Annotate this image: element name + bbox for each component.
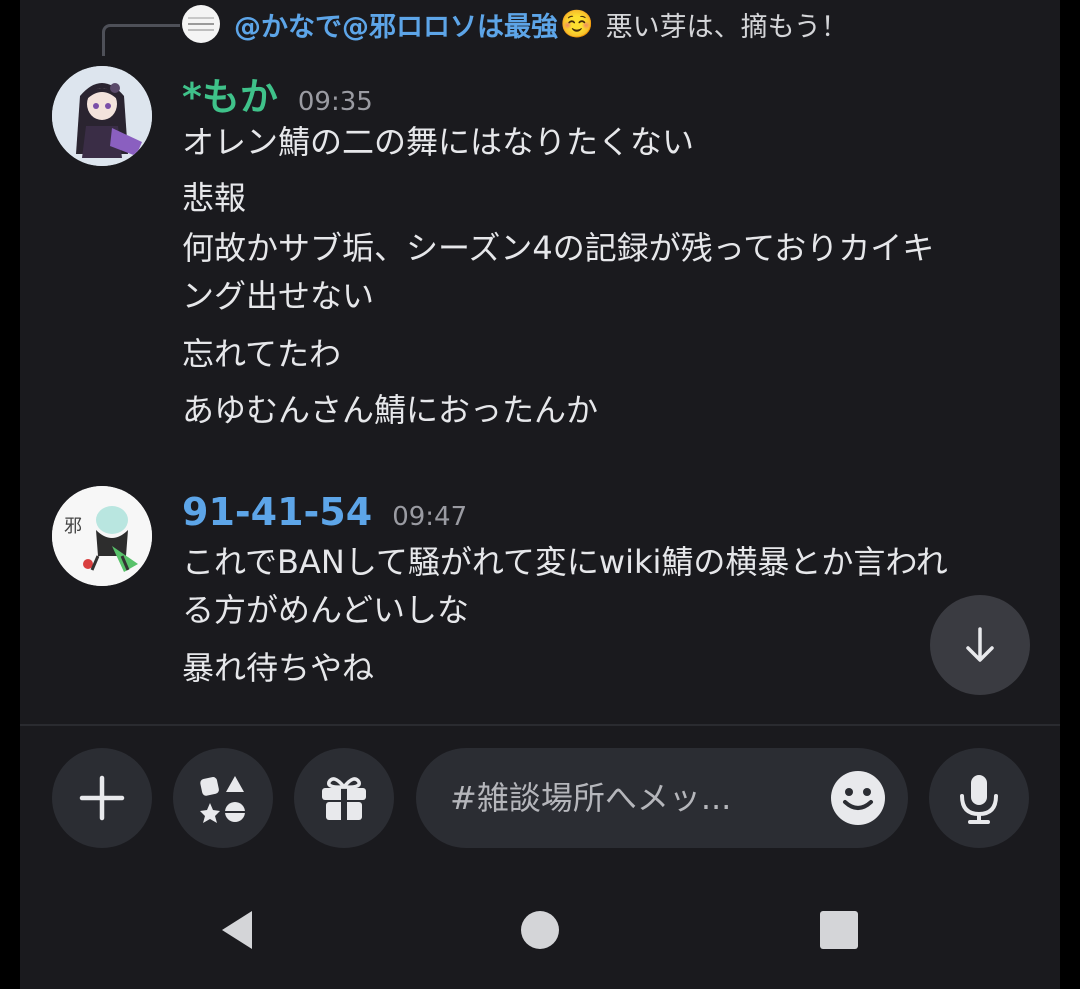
message-text[interactable]: ング出せない [182,272,374,320]
message-input[interactable] [450,779,830,817]
avatar[interactable]: 邪 [52,486,152,586]
reply-avatar [182,5,220,43]
message-header: 91-41-54 09:47 [182,490,467,534]
gift-button[interactable] [294,748,394,848]
microphone-icon [960,775,998,824]
author-name[interactable]: *もか [182,66,278,121]
emoji-icon[interactable] [830,770,886,826]
message-text[interactable]: 何故かサブ垢、シーズン4の記録が残っておりカイキ [182,224,934,272]
scroll-to-bottom-button[interactable] [930,595,1030,695]
apps-button[interactable] [173,748,273,848]
message-header: *もか 09:35 [182,66,373,121]
gift-icon [322,777,366,822]
triangle-back-icon [222,911,252,949]
message-text[interactable]: 暴れ待ちやね [182,644,374,692]
circle-home-icon [521,911,559,949]
message-text[interactable]: これでBANして騒がれて変にwiki鯖の横暴とか言われ [182,538,948,586]
add-button[interactable] [52,748,152,848]
nav-back-button[interactable] [205,898,269,962]
author-name[interactable]: 91-41-54 [182,490,372,534]
arrow-down-icon [966,627,994,662]
reply-text: 悪い芽は、摘もう！ [605,11,848,43]
timestamp: 09:47 [392,502,468,532]
square-recents-icon [820,911,858,949]
nav-home-button[interactable] [508,898,572,962]
apps-icon [200,776,245,823]
message-text[interactable]: あゆむんさん鯖におったんか [182,386,598,434]
plus-icon [79,775,125,821]
message-text[interactable]: 忘れてたわ [182,330,341,378]
reply-mention[interactable]: @かなで@邪ロロソは最強 [234,5,558,44]
avatar[interactable] [52,66,152,166]
reply-preview[interactable]: @かなで@邪ロロソは最強 ☺️ 悪い芽は、摘もう！ [182,4,848,44]
timestamp: 09:35 [297,87,373,117]
message-text[interactable]: る方がめんどいしな [182,586,469,634]
svg-text:邪: 邪 [64,516,82,537]
message-text[interactable]: 悲報 [182,174,246,222]
chat-screen: @かなで@邪ロロソは最強 ☺️ 悪い芽は、摘もう！ *もか 09:35 オレン鯖… [20,0,1060,989]
message-input-pill[interactable] [416,748,908,848]
message-text[interactable]: オレン鯖の二の舞にはなりたくない [182,118,694,166]
reply-connector [102,24,180,56]
reply-emoji: ☺️ [560,9,594,40]
nav-recents-button[interactable] [807,898,871,962]
voice-button[interactable] [929,748,1029,848]
composer-divider [20,724,1060,726]
